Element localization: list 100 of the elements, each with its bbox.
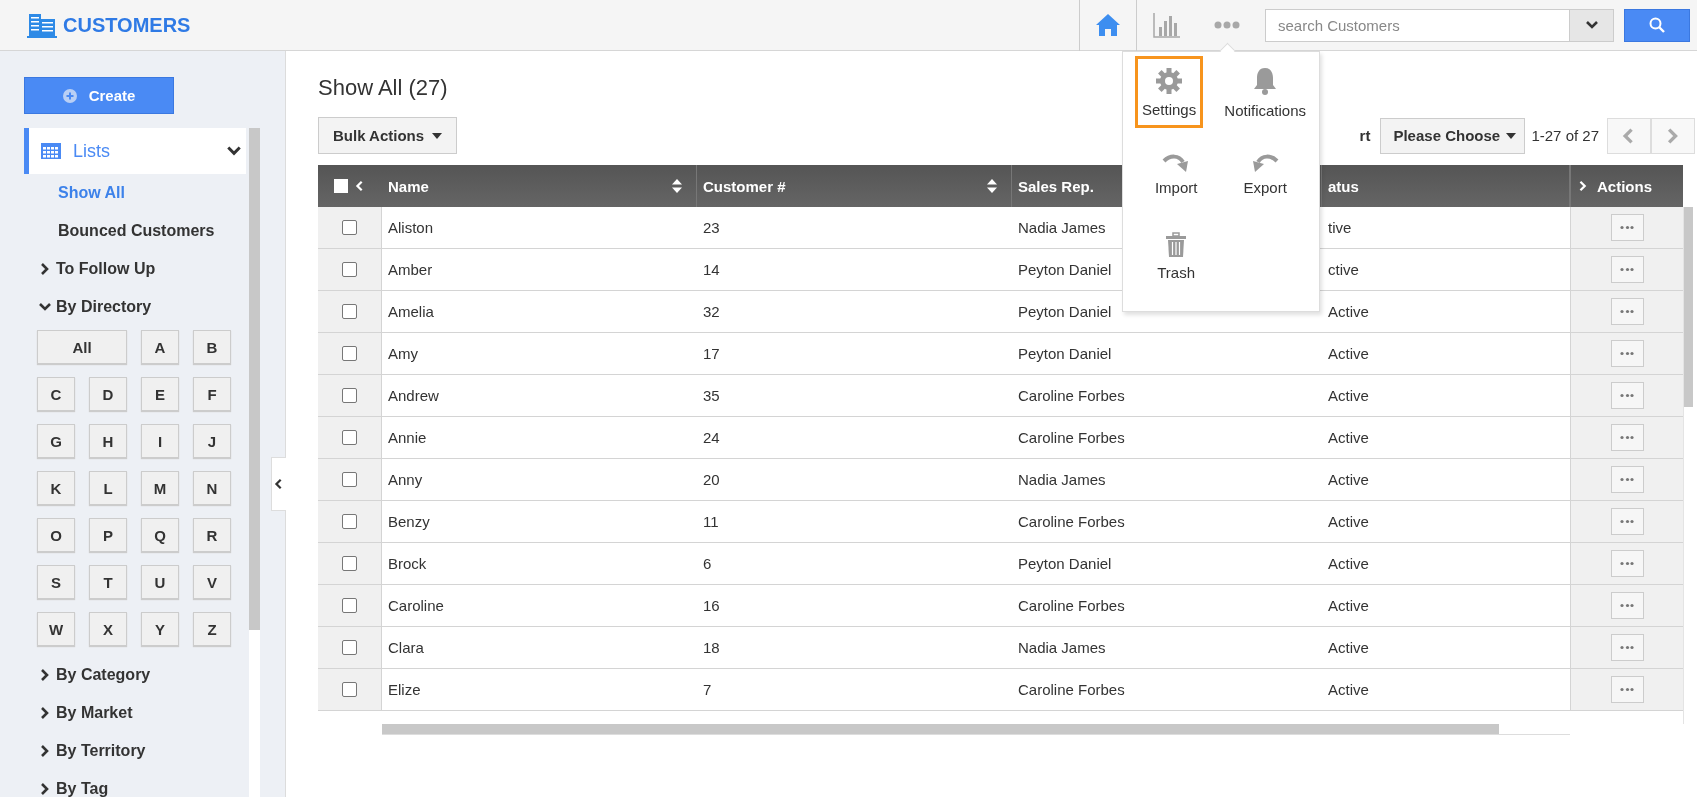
letter-filter[interactable]: X xyxy=(89,612,127,646)
letter-filter[interactable]: V xyxy=(193,565,231,599)
letter-filter[interactable]: D xyxy=(89,377,127,411)
more-icon xyxy=(1620,393,1634,398)
table-cell: Anny xyxy=(388,471,423,488)
row-checkbox[interactable] xyxy=(342,472,357,487)
row-checkbox[interactable] xyxy=(342,388,357,403)
bulk-actions-button[interactable]: Bulk Actions xyxy=(318,117,458,154)
letter-filter[interactable]: T xyxy=(89,565,127,599)
row-checkbox[interactable] xyxy=(342,430,357,445)
row-actions-button[interactable] xyxy=(1610,256,1644,283)
more-icon xyxy=(1620,435,1634,440)
dropdown-button[interactable] xyxy=(1570,8,1614,42)
table-cell: 24 xyxy=(703,429,720,446)
letter-filter[interactable]: W xyxy=(37,612,75,646)
sidebar-group[interactable]: By Directory xyxy=(24,288,246,326)
table-cell: 23 xyxy=(703,219,720,236)
letter-filter[interactable]: N xyxy=(193,471,231,505)
table-cell: Peyton Daniel xyxy=(1018,261,1112,278)
letter-filter[interactable]: K xyxy=(37,471,75,505)
table-cell: Active xyxy=(1328,303,1369,320)
sidebar-group[interactable]: To Follow Up xyxy=(24,250,246,288)
chevron-right-icon xyxy=(1577,180,1589,192)
next-page-button[interactable] xyxy=(1651,117,1695,154)
table-cell: 17 xyxy=(703,345,720,362)
search-icon xyxy=(1649,17,1665,33)
row-actions-button[interactable] xyxy=(1610,214,1644,241)
row-checkbox[interactable] xyxy=(342,682,357,697)
letter-filter[interactable]: P xyxy=(89,518,127,552)
table-cell: Brock xyxy=(388,555,427,572)
table-cell: 11 xyxy=(703,513,719,530)
row-actions-button[interactable] xyxy=(1610,298,1644,325)
letter-filter[interactable]: S xyxy=(37,565,75,599)
letter-filter[interactable]: H xyxy=(89,424,127,458)
row-actions-button[interactable] xyxy=(1610,466,1644,493)
curved-arrow-icon xyxy=(1251,152,1280,173)
row-checkbox[interactable] xyxy=(342,262,357,277)
more-icon xyxy=(1620,561,1634,566)
table-cell: Active xyxy=(1328,681,1369,698)
letter-filter[interactable]: A xyxy=(141,330,179,364)
row-checkbox[interactable] xyxy=(342,556,357,571)
row-checkbox[interactable] xyxy=(342,640,357,655)
table-cell: Amber xyxy=(388,261,433,278)
letter-filter[interactable]: F xyxy=(193,377,231,411)
sidebar-group[interactable]: By Category xyxy=(24,656,246,694)
row-actions-button[interactable] xyxy=(1610,634,1644,661)
row-checkbox[interactable] xyxy=(342,304,357,319)
table-cell: 16 xyxy=(703,597,720,614)
table-cell: Clara xyxy=(388,639,424,656)
table-cell: Amelia xyxy=(388,303,434,320)
letter-filter[interactable]: All xyxy=(37,330,127,364)
row-actions-button[interactable] xyxy=(1610,550,1644,577)
sidebar-group[interactable]: By Territory xyxy=(24,732,246,770)
menu-item[interactable]: Settings xyxy=(1135,56,1204,128)
sidebar-group[interactable]: By Market xyxy=(24,694,246,732)
collapse-sidebar-button[interactable] xyxy=(271,457,286,511)
row-actions-button[interactable] xyxy=(1610,382,1644,409)
home-tab[interactable] xyxy=(1079,0,1137,51)
sidebar-group[interactable]: By Tag xyxy=(24,770,246,797)
row-checkbox[interactable] xyxy=(342,346,357,361)
letter-filter[interactable]: Z xyxy=(193,612,231,646)
row-actions-button[interactable] xyxy=(1610,424,1644,451)
letter-filter[interactable]: E xyxy=(141,377,179,411)
scrollbar[interactable] xyxy=(249,128,260,797)
more-icon[interactable] xyxy=(1214,21,1240,29)
search-field[interactable]: search Customers xyxy=(1265,8,1570,42)
column-header[interactable]: Customer # xyxy=(703,177,979,195)
scrollbar[interactable] xyxy=(382,724,1570,735)
letter-filter[interactable]: O xyxy=(37,518,75,552)
sort-select[interactable]: Please Choose xyxy=(1380,117,1526,154)
more-icon xyxy=(1620,519,1634,524)
sidebar-link[interactable]: Bounced Customers xyxy=(24,212,246,250)
row-checkbox[interactable] xyxy=(342,514,357,529)
row-actions-button[interactable] xyxy=(1610,340,1644,367)
letter-filter[interactable]: Y xyxy=(141,612,179,646)
letter-filter[interactable]: J xyxy=(193,424,231,458)
row-actions-button[interactable] xyxy=(1610,676,1644,703)
row-actions-button[interactable] xyxy=(1610,508,1644,535)
row-checkbox[interactable] xyxy=(342,220,357,235)
letter-filter[interactable]: I xyxy=(141,424,179,458)
table-cell: Nadia James xyxy=(1018,471,1106,488)
letter-filter[interactable]: Q xyxy=(141,518,179,552)
letter-filter[interactable]: M xyxy=(141,471,179,505)
letter-filter[interactable]: R xyxy=(193,518,231,552)
letter-filter[interactable]: G xyxy=(37,424,75,458)
letter-filter[interactable]: C xyxy=(37,377,75,411)
letter-filter[interactable]: B xyxy=(193,330,231,364)
letter-filter[interactable]: L xyxy=(89,471,127,505)
column-header[interactable]: atus xyxy=(1328,177,1555,195)
column-header[interactable]: Name xyxy=(388,177,664,195)
previous-page-button[interactable] xyxy=(1607,117,1651,154)
row-actions-button[interactable] xyxy=(1610,592,1644,619)
search-button[interactable] xyxy=(1624,8,1690,42)
letter-filter[interactable]: U xyxy=(141,565,179,599)
row-checkbox[interactable] xyxy=(342,598,357,613)
more-icon xyxy=(1620,351,1634,356)
more-icon xyxy=(1620,687,1634,692)
select-all-checkbox[interactable] xyxy=(334,179,348,193)
buildings-icon xyxy=(27,12,57,38)
trash-icon xyxy=(1165,231,1188,258)
